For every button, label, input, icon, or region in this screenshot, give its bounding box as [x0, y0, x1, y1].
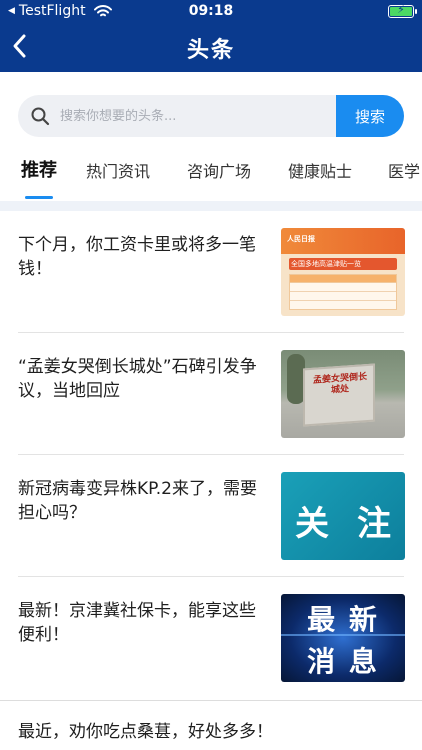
status-bar: ◀ TestFlight 09:18 ⚡	[0, 0, 422, 24]
search-input[interactable]	[60, 95, 350, 137]
news-thumbnail: 关 注	[281, 472, 405, 560]
thumb-banner: 全国多地高温津贴一览	[291, 260, 361, 268]
thumb-line: 消 息	[307, 645, 379, 678]
tab-medical[interactable]: 医学	[388, 158, 420, 182]
thumb-line: 最 新	[307, 603, 379, 636]
status-time: 09:18	[188, 3, 234, 19]
news-title: 最新！京津冀社保卡，能享这些便利！	[18, 601, 256, 645]
news-title: 新冠病毒变异株KP.2来了，需要担心吗？	[18, 479, 257, 523]
search-button[interactable]: 搜索	[336, 95, 404, 137]
category-tabs: 推荐 热门资讯 咨询广场 健康贴士 医学	[0, 150, 422, 202]
active-tab-indicator	[25, 196, 53, 199]
tab-hot-news[interactable]: 热门资讯	[86, 158, 150, 182]
thumb-word: 注	[357, 504, 391, 544]
search-icon	[31, 107, 50, 126]
news-title: “孟姜女哭倒长城处”石碑引发争议，当地回应	[18, 357, 257, 401]
page-title: 头条	[186, 38, 235, 63]
news-thumbnail: 人民日报 全国多地高温津贴一览	[281, 228, 405, 316]
search-bar: 搜索	[18, 95, 404, 137]
tab-recommended[interactable]: 推荐	[21, 156, 57, 182]
section-divider	[0, 201, 422, 211]
news-thumbnail: 最 新 消 息	[281, 594, 405, 682]
app-header: ◀ TestFlight 09:18 ⚡ 头条	[0, 0, 422, 72]
thumb-logo: 人民日报	[287, 235, 315, 243]
news-item[interactable]: 最新！京津冀社保卡，能享这些便利！ 最 新 消 息	[0, 577, 422, 699]
thumb-stone-text: 孟姜女哭倒长城处	[313, 372, 368, 396]
news-item[interactable]: 新冠病毒变异株KP.2来了，需要担心吗？ 关 注	[0, 455, 422, 577]
news-thumbnail: 孟姜女哭倒长城处	[281, 350, 405, 438]
news-title: 下个月，你工资卡里或将多一笔钱！	[18, 235, 256, 279]
news-title: 最近，劝你吃点桑葚，好处多多！	[18, 722, 273, 742]
tab-health-tips[interactable]: 健康贴士	[288, 158, 352, 182]
news-item[interactable]: “孟姜女哭倒长城处”石碑引发争议，当地回应 孟姜女哭倒长城处	[0, 333, 422, 455]
news-item[interactable]: 最近，劝你吃点桑葚，好处多多！	[0, 700, 422, 750]
thumb-word: 关	[295, 504, 329, 544]
tab-consult-square[interactable]: 咨询广场	[187, 158, 251, 182]
battery-icon: ⚡	[388, 3, 417, 18]
news-item[interactable]: 下个月，你工资卡里或将多一笔钱！ 人民日报 全国多地高温津贴一览	[0, 211, 422, 333]
